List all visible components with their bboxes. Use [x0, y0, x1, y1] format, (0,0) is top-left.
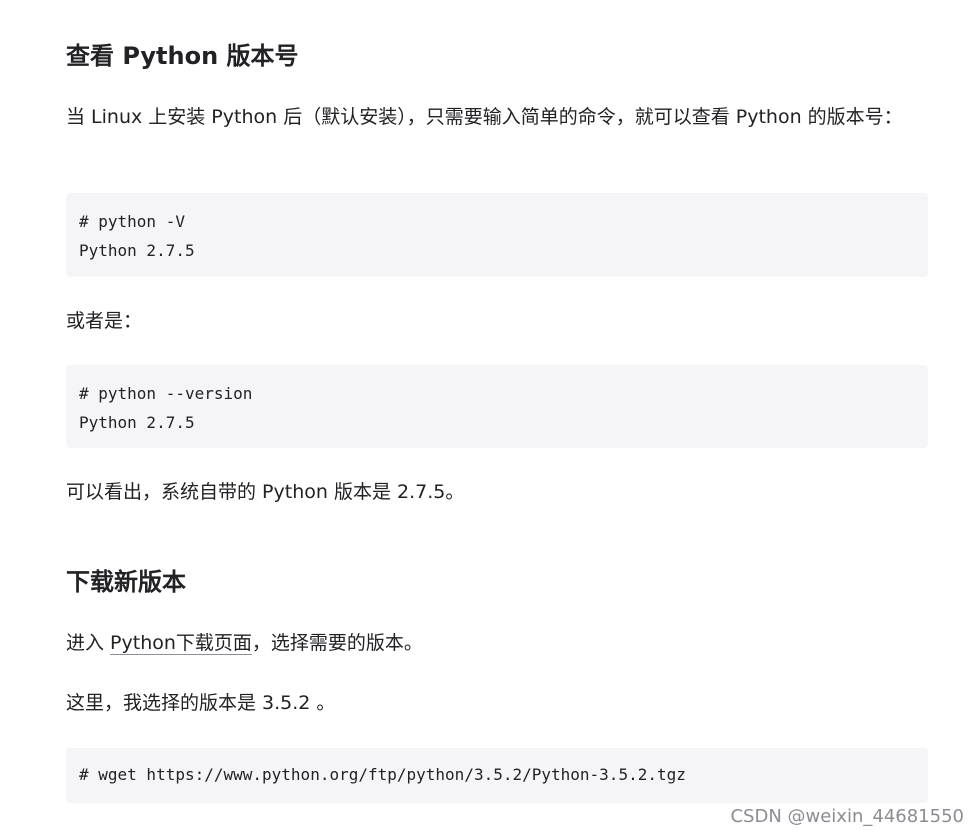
section-heading-check-version: 查看 Python 版本号: [66, 42, 299, 70]
section-heading-download: 下载新版本: [66, 568, 186, 596]
csdn-watermark: CSDN @weixin_44681550: [730, 806, 964, 827]
download-page-paragraph: 进入 Python下载页面，选择需要的版本。: [66, 628, 423, 658]
code-text[interactable]: # python -V Python 2.7.5: [79, 207, 915, 265]
code-text[interactable]: # python --version Python 2.7.5: [79, 379, 915, 437]
python-download-page-link[interactable]: Python下载页面: [110, 632, 252, 655]
or-paragraph: 或者是：: [66, 310, 143, 332]
enter-prefix-text: 进入: [66, 632, 111, 654]
conclusion-paragraph: 可以看出，系统自带的 Python 版本是 2.7.5。: [66, 481, 465, 503]
enter-suffix-text: ，选择需要的版本。: [251, 632, 423, 654]
code-block-wget[interactable]: # wget https://www.python.org/ftp/python…: [66, 748, 928, 803]
code-text[interactable]: # wget https://www.python.org/ftp/python…: [79, 760, 915, 789]
code-block-version-long[interactable]: # python --version Python 2.7.5: [66, 365, 928, 448]
chosen-version-paragraph: 这里，我选择的版本是 3.5.2 。: [66, 692, 336, 714]
intro-paragraph: 当 Linux 上安装 Python 后（默认安装），只需要输入简单的命令，就可…: [66, 106, 903, 128]
code-block-version-short[interactable]: # python -V Python 2.7.5: [66, 193, 928, 277]
